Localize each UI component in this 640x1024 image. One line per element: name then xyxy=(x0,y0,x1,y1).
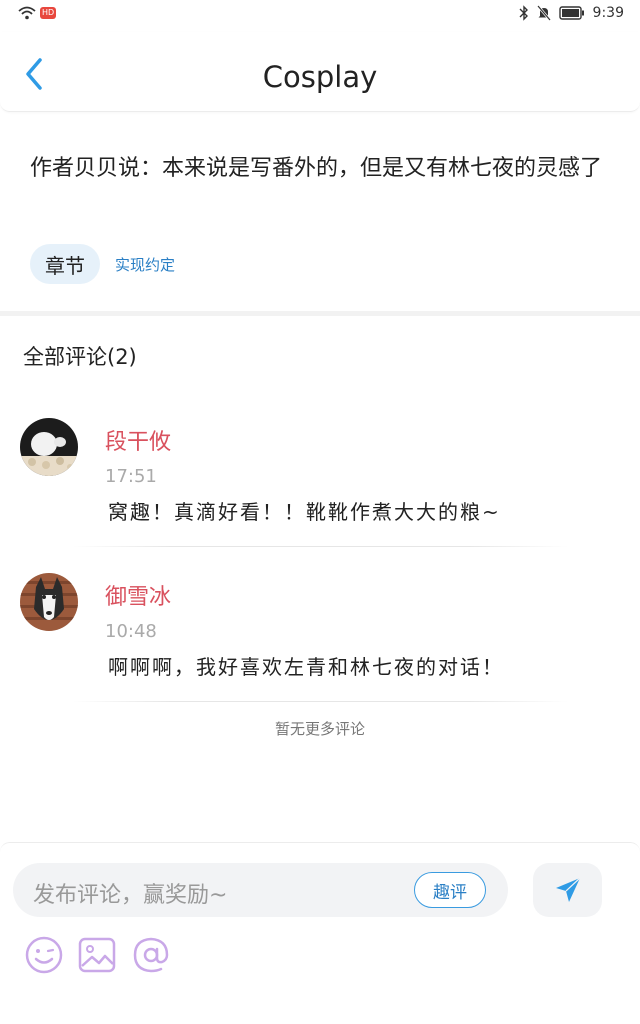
avatar-image xyxy=(20,573,78,631)
bluetooth-icon xyxy=(519,5,528,21)
send-button[interactable] xyxy=(533,863,602,917)
avatar[interactable] xyxy=(20,418,78,476)
comment-username[interactable]: 段干攸 xyxy=(105,424,171,456)
comment-item: 御雪冰 10:48 啊啊啊，我好喜欢左青和林七夜的对话！ xyxy=(0,573,640,723)
status-right: 9:39 xyxy=(519,5,624,21)
page-title: Cosplay xyxy=(262,60,378,94)
emoji-icon[interactable] xyxy=(24,935,64,975)
author-note: 作者贝贝说：本来说是写番外的，但是又有林七夜的灵感了 xyxy=(30,156,603,181)
avatar[interactable] xyxy=(20,573,78,631)
status-left: HD xyxy=(18,6,57,20)
comment-composer: 发布评论，赢奖励~ 趣评 xyxy=(0,842,640,1024)
chapter-chip[interactable]: 章节 xyxy=(30,244,100,284)
status-badge: HD xyxy=(40,7,57,19)
comment-item: 段干攸 17:51 窝趣！真滴好看！！靴靴作煮大大的粮~ xyxy=(0,418,640,568)
comment-input-placeholder: 发布评论，赢奖励~ xyxy=(33,883,228,908)
section-divider xyxy=(0,311,640,316)
avatar-image xyxy=(20,418,78,476)
comment-text: 啊啊啊，我好喜欢左青和林七夜的对话！ xyxy=(108,655,504,679)
quping-button[interactable]: 趣评 xyxy=(414,872,486,908)
send-icon xyxy=(555,877,580,902)
comment-text: 窝趣！真滴好看！！靴靴作煮大大的粮~ xyxy=(108,500,501,524)
image-icon[interactable] xyxy=(77,935,117,975)
app-header: Cosplay xyxy=(0,32,640,112)
no-more-comments: 暂无更多评论 xyxy=(274,720,365,738)
comments-header: 全部评论(2) xyxy=(23,345,137,369)
status-bar: HD 9:39 xyxy=(0,0,640,32)
comment-time: 10:48 xyxy=(105,621,157,642)
chapter-link[interactable]: 实现约定 xyxy=(115,254,175,275)
at-icon[interactable] xyxy=(131,935,171,975)
comment-username[interactable]: 御雪冰 xyxy=(105,579,171,611)
mute-bell-icon xyxy=(536,5,551,21)
comment-input[interactable]: 发布评论，赢奖励~ 趣评 xyxy=(13,863,508,917)
comment-divider xyxy=(72,546,568,547)
comment-divider xyxy=(72,701,568,702)
status-time: 9:39 xyxy=(592,5,624,21)
battery-icon xyxy=(558,6,584,20)
wifi-icon xyxy=(18,6,36,20)
comment-time: 17:51 xyxy=(105,466,157,487)
